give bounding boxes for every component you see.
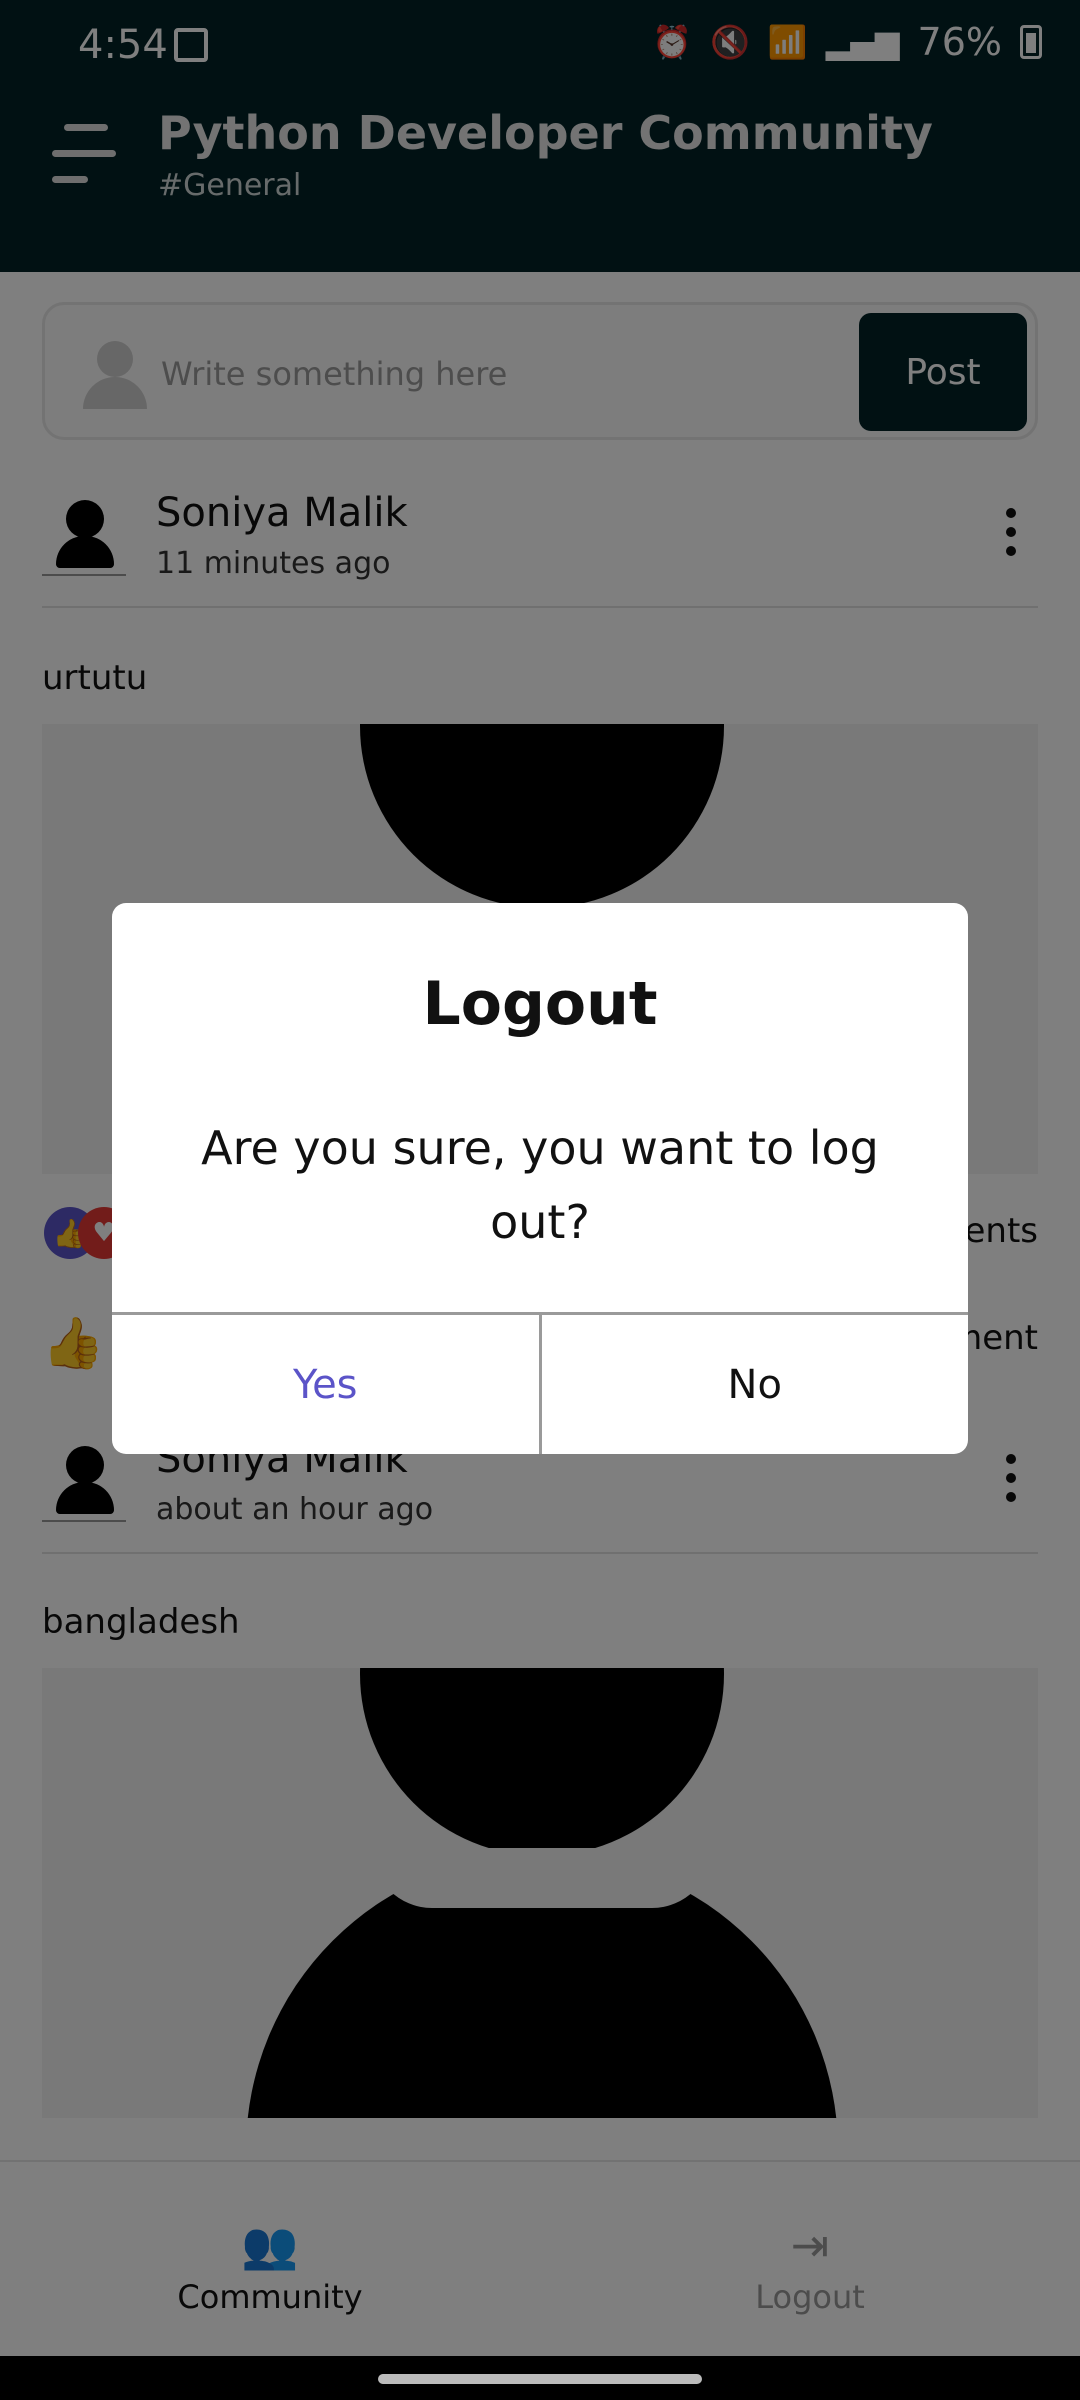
dialog-buttons: Yes No [112,1312,968,1454]
logout-dialog: Logout Are you sure, you want to log out… [112,903,968,1454]
dialog-title: Logout [422,969,658,1039]
no-button[interactable]: No [542,1315,969,1454]
gesture-area [0,2356,1080,2400]
gesture-handle[interactable] [378,2374,702,2384]
dialog-message: Are you sure, you want to log out? [201,1121,879,1249]
yes-button[interactable]: Yes [112,1315,542,1454]
